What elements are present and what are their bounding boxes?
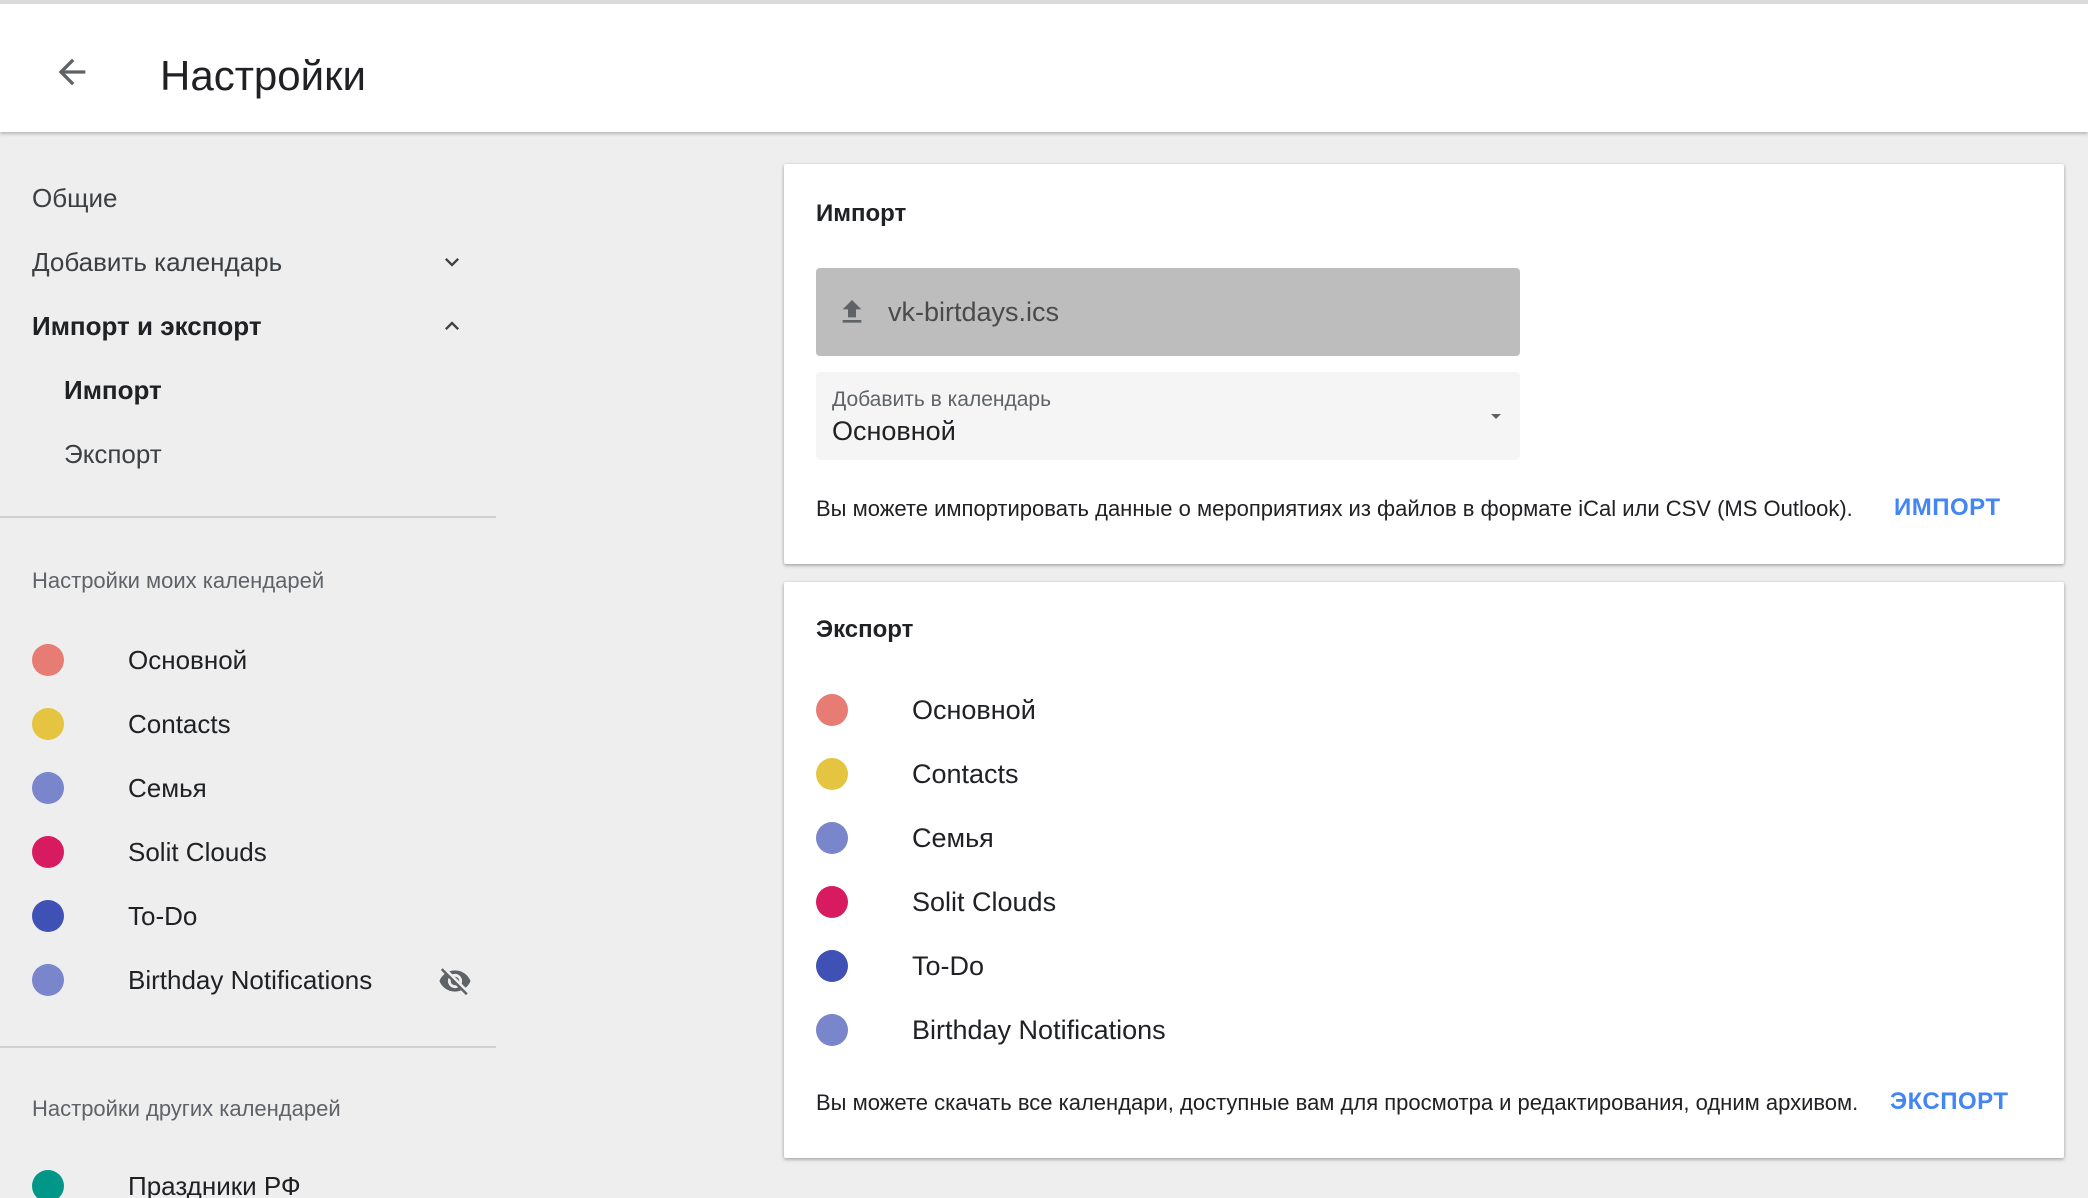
calendar-color-dot	[32, 964, 64, 996]
app-header: Настройки	[0, 0, 2088, 132]
export-calendar-item: Семья	[816, 810, 1416, 866]
calendar-name: Birthday Notifications	[912, 1014, 1166, 1045]
sidebar-item-label: Экспорт	[64, 438, 162, 469]
calendar-name: Contacts	[912, 758, 1019, 789]
import-card-title: Импорт	[816, 200, 907, 227]
sidebar-calendar-item[interactable]: Семья	[32, 760, 472, 816]
arrow-left-icon	[58, 58, 86, 86]
sidebar-calendar-item[interactable]: Праздники РФ	[32, 1158, 472, 1198]
calendar-color-dot	[32, 836, 64, 868]
calendar-select-label: Добавить в календарь	[832, 388, 1052, 411]
back-button[interactable]	[44, 44, 100, 100]
sidebar-item-export[interactable]: Экспорт	[64, 426, 496, 482]
upload-icon	[842, 300, 862, 323]
calendar-name: Семья	[128, 772, 207, 803]
page-title: Настройки	[160, 52, 366, 99]
import-card: Импорт vk-birtdays.ics Добавить в календ…	[784, 164, 2064, 564]
calendar-color-dot	[816, 694, 848, 726]
calendar-color-dot	[816, 758, 848, 790]
calendar-color-dot	[816, 950, 848, 982]
sidebar-calendar-item[interactable]: Contacts	[32, 696, 472, 752]
sidebar-item-import[interactable]: Импорт	[64, 362, 496, 418]
sidebar-calendar-item[interactable]: Birthday Notifications	[32, 952, 472, 1008]
calendar-name: Основной	[128, 644, 248, 675]
calendar-color-dot	[32, 1170, 64, 1198]
export-calendar-item: To-Do	[816, 938, 1416, 994]
sidebar-item-label: Импорт	[64, 374, 162, 405]
chevron-up-icon[interactable]	[438, 312, 466, 340]
export-calendar-item: Contacts	[816, 746, 1416, 802]
calendar-name: Основной	[912, 694, 1036, 725]
sidebar-calendar-item[interactable]: Solit Clouds	[32, 824, 472, 880]
export-description: Вы можете скачать все календари, доступн…	[816, 1090, 1859, 1115]
calendar-color-dot	[816, 822, 848, 854]
calendar-select[interactable]: Добавить в календарь Основной	[816, 372, 1520, 460]
file-select-button[interactable]: vk-birtdays.ics	[816, 268, 1520, 356]
sidebar-item-add-calendar[interactable]: Добавить календарь	[32, 234, 496, 290]
calendar-color-dot	[32, 772, 64, 804]
sidebar-item-label: Добавить календарь	[32, 246, 283, 277]
my-calendars-heading: Настройки моих календарей	[32, 568, 325, 593]
chevron-down-icon[interactable]	[438, 248, 466, 276]
calendar-name: Contacts	[128, 708, 231, 739]
export-calendar-item: Основной	[816, 682, 1416, 738]
dropdown-arrow-icon	[1491, 414, 1501, 419]
calendar-name: Birthday Notifications	[128, 964, 373, 995]
export-card-title: Экспорт	[816, 616, 914, 643]
calendar-color-dot	[32, 644, 64, 676]
calendar-color-dot	[816, 1014, 848, 1046]
calendar-color-dot	[816, 886, 848, 918]
calendar-name: To-Do	[128, 900, 198, 931]
calendar-name: Семья	[912, 822, 994, 853]
import-description: Вы можете импортировать данные о меропри…	[816, 496, 1853, 521]
calendar-name: Solit Clouds	[128, 836, 267, 867]
export-button[interactable]: ЭКСПОРТ	[1890, 1088, 2009, 1116]
calendar-color-dot	[32, 900, 64, 932]
sidebar-calendar-item[interactable]: To-Do	[32, 888, 472, 944]
export-calendar-item: Solit Clouds	[816, 874, 1416, 930]
sidebar-item-general[interactable]: Общие	[32, 170, 496, 226]
settings-sidebar: Общие Добавить календарь Импорт и экспор…	[0, 136, 496, 1198]
export-calendar-item: Birthday Notifications	[816, 1002, 1416, 1058]
export-card: Экспорт Основной Contacts Семья Solit Cl…	[784, 582, 2064, 1158]
calendar-color-dot	[32, 708, 64, 740]
sidebar-item-label: Импорт и экспорт	[32, 310, 262, 341]
calendar-select-value: Основной	[832, 416, 956, 446]
selected-file-name: vk-birtdays.ics	[888, 296, 1060, 327]
calendar-name: Solit Clouds	[912, 886, 1057, 917]
sidebar-divider	[0, 1046, 496, 1048]
calendar-name: Праздники РФ	[128, 1170, 301, 1198]
eye-off-icon[interactable]	[438, 964, 472, 998]
sidebar-item-import-export[interactable]: Импорт и экспорт	[32, 298, 496, 354]
sidebar-item-label: Общие	[32, 182, 118, 213]
calendar-name: To-Do	[912, 950, 985, 981]
sidebar-calendar-item[interactable]: Основной	[32, 632, 472, 688]
other-calendars-heading: Настройки других календарей	[32, 1096, 341, 1121]
sidebar-divider	[0, 516, 496, 518]
import-button[interactable]: ИМПОРТ	[1894, 494, 2001, 522]
